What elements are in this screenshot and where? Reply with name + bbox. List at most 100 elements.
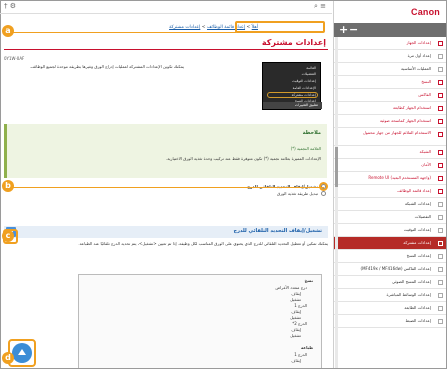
sidebar-item-label: إعداد قائمة الوظائف — [397, 188, 431, 193]
sidebar-item-label: الفاكس — [418, 92, 431, 97]
section-header[interactable]: تشغيل/إيقاف التحديد التلقائي للدرج — [4, 226, 328, 238]
toolbar-right-icons[interactable]: ⌕ ≡ — [314, 2, 326, 11]
tree-line: الدرج 1 — [294, 352, 307, 357]
sidebar-item[interactable]: إعدادات النسخ — [334, 250, 446, 263]
sidebar-item[interactable]: إعداد قائمة الوظائف — [334, 185, 446, 198]
topic-link-bullet-icon — [321, 191, 326, 196]
menu-image-bottom-label: تطبيق التغييرات — [294, 103, 318, 107]
sidebar-item[interactable]: العمليات الأساسية — [334, 63, 446, 76]
sidebar-toolbar: + − — [334, 23, 446, 37]
tree-toggle-icon[interactable] — [438, 150, 443, 155]
sidebar-item-label: العمليات الأساسية — [400, 66, 431, 71]
breadcrumb-sep: > — [201, 25, 206, 30]
tree-line: تشغيل — [290, 333, 301, 338]
tree-toggle-icon[interactable] — [438, 293, 443, 298]
sidebar-item-label: (واجهة المستخدم البعيد) Remote UI — [368, 175, 431, 180]
tree-toggle-icon[interactable] — [438, 319, 443, 324]
toolbar: † ⚙ ⌕ ≡ — [0, 1, 332, 14]
callout-b: b — [2, 180, 14, 192]
note-title: ملاحظة — [302, 130, 321, 136]
sidebar-item-label: إعدادات الضبط — [405, 318, 431, 323]
expand-all-icon[interactable]: + — [339, 23, 348, 37]
sidebar-item-label: إعدادات المسح الضوئي — [391, 279, 431, 284]
sidebar-item-label: التفضيلات — [414, 214, 431, 219]
tree-toggle-icon[interactable] — [438, 202, 443, 207]
sidebar-item[interactable]: إعدادات المسح الضوئي — [334, 276, 446, 289]
doc-id: 0Y1W-0AF — [4, 56, 25, 61]
sidebar-tree: إعدادات الجهاز إعداد أول مرة العمليات الأس… — [334, 37, 446, 368]
tree-toggle-icon[interactable] — [438, 254, 443, 259]
settings-tree: نسخ درج متعدد الأغراض إيقاف تشغيل الدرج … — [78, 274, 322, 368]
tree-toggle-icon[interactable] — [438, 306, 443, 311]
sidebar-item-label: إعدادات النسخ — [406, 253, 431, 258]
tree-line: تشغيل — [290, 297, 301, 302]
sidebar-item[interactable]: إعداد أول مرة — [334, 50, 446, 63]
tree-toggle-icon[interactable] — [438, 41, 443, 46]
sidebar-item[interactable]: النسخ — [334, 76, 446, 89]
topic-link-paper-feed[interactable]: تبديل طريقة تغذية الورق — [277, 191, 318, 196]
sidebar-item[interactable]: إعدادات التوقيت — [334, 224, 446, 237]
sidebar-item[interactable]: (واجهة المستخدم البعيد) Remote UI — [334, 172, 446, 185]
sidebar-item-label: إعدادات الفاكس (MF419x / MF416dw) — [360, 266, 431, 271]
tree-toggle-icon[interactable] — [438, 119, 443, 124]
sidebar-item[interactable]: استخدام الجهاز كماسحة ضوئية — [334, 115, 446, 128]
sidebar-scrollbar[interactable] — [335, 37, 338, 368]
tree-toggle-icon[interactable] — [438, 267, 443, 272]
tree-line: إيقاف — [291, 358, 301, 363]
menu-screenshot: القائمة التفضيلات إعدادات التوقيت الإعدا… — [262, 62, 322, 110]
collapse-all-icon[interactable]: − — [349, 23, 358, 37]
tree-line: إيقاف — [291, 327, 301, 332]
menu-image-highlight — [267, 92, 318, 98]
scrollbar-thumb[interactable] — [335, 147, 338, 187]
menu-image-item: إعدادات التوقيت — [292, 79, 316, 83]
section-paragraph: يمكنك تمكين أو تعطيل التحديد التلقائي لل… — [78, 241, 328, 246]
sidebar-item-label: الشبكة — [419, 149, 431, 154]
tree-toggle-icon[interactable] — [438, 132, 443, 137]
tree-toggle-icon[interactable] — [438, 54, 443, 59]
tree-toggle-icon[interactable] — [438, 106, 443, 111]
breadcrumb-part2[interactable]: إعدادات مشتركة — [169, 25, 200, 30]
sidebar-item[interactable]: الاستخدام الملائم للجهاز من جهاز محمول — [334, 128, 446, 146]
sidebar-item[interactable]: التفضيلات — [334, 211, 446, 224]
note-box: ملاحظة العلامة النجمية (*) الإعدادات الم… — [4, 124, 327, 178]
connector-a — [12, 32, 236, 33]
sidebar: Canon + − إعدادات الجهاز إعداد أول مرة الع… — [333, 1, 446, 368]
tree-line: نسخ — [304, 278, 313, 283]
tree-line: الدرج 2* — [292, 321, 307, 326]
sidebar-header: Canon — [334, 1, 446, 23]
tree-toggle-icon[interactable] — [438, 163, 443, 168]
tree-line: طباعة — [300, 345, 313, 350]
tree-toggle-icon[interactable] — [438, 80, 443, 85]
sidebar-item[interactable]: الفاكس — [334, 89, 446, 102]
tree-toggle-icon[interactable] — [438, 176, 443, 181]
toolbar-left-icons[interactable]: † ⚙ — [4, 2, 16, 10]
sidebar-item[interactable]: إعدادات الوسائط المباشرة — [334, 289, 446, 302]
sidebar-item-label: استخدام الجهاز كماسحة ضوئية — [379, 118, 431, 123]
tree-toggle-icon[interactable] — [438, 215, 443, 220]
sidebar-item[interactable]: إعدادات مشتركة — [334, 237, 446, 250]
intro-text: يمكنك تكوين الإعدادات المشتركة لعمليات إ… — [29, 64, 184, 69]
tree-toggle-icon[interactable] — [438, 228, 443, 233]
sidebar-item[interactable]: إعدادات الشبكة — [334, 198, 446, 211]
tree-line: تشغيل — [290, 315, 301, 320]
tree-toggle-icon[interactable] — [438, 280, 443, 285]
sidebar-item[interactable]: إعدادات الطابعة — [334, 302, 446, 315]
tree-line: إيقاف — [291, 291, 301, 296]
tree-line: إيقاف — [291, 309, 301, 314]
page-title: إعدادات مشتركة — [261, 38, 326, 47]
tree-toggle-icon[interactable] — [438, 189, 443, 194]
sidebar-item[interactable]: الأمان — [334, 159, 446, 172]
sidebar-item[interactable]: إعدادات الضبط — [334, 315, 446, 328]
sidebar-item[interactable]: استخدام الجهاز كطابعة — [334, 102, 446, 115]
callout-a: a — [2, 25, 14, 37]
menu-image-bottom: تطبيق التغييرات — [263, 102, 322, 109]
tree-toggle-icon[interactable] — [438, 241, 443, 246]
sidebar-item-label: النسخ — [421, 79, 431, 84]
tree-toggle-icon[interactable] — [438, 67, 443, 72]
sidebar-item[interactable]: إعدادات الفاكس (MF419x / MF416dw) — [334, 263, 446, 276]
sidebar-item-label: إعدادات الطابعة — [404, 305, 431, 310]
sidebar-item[interactable]: إعدادات الجهاز — [334, 37, 446, 50]
tree-toggle-icon[interactable] — [438, 93, 443, 98]
callout-c: c — [2, 230, 14, 242]
sidebar-item[interactable]: الشبكة — [334, 146, 446, 159]
